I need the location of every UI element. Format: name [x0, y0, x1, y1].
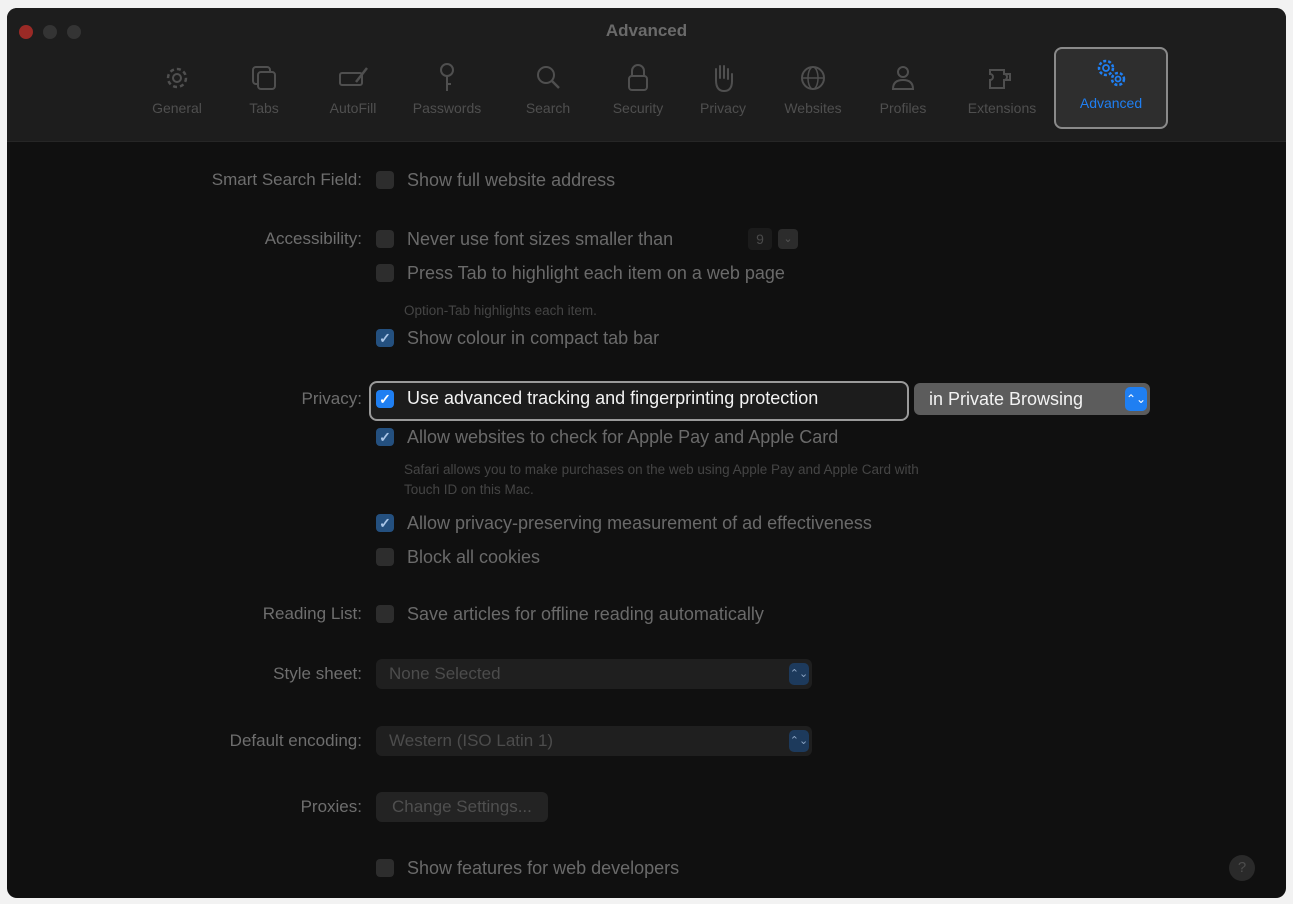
min-font-size-text: Never use font sizes smaller than [407, 228, 674, 249]
tracking-protection-text: Use advanced tracking and fingerprinting… [407, 388, 819, 408]
checkmark-icon: ✓ [379, 515, 391, 531]
lock-icon [628, 64, 648, 91]
hand-icon [715, 65, 733, 93]
min-font-size-value[interactable]: 9 [748, 228, 772, 250]
advanced-settings-panel: Smart Search Field: Show full website ad… [7, 142, 1286, 898]
smart-search-label: Smart Search Field: [211, 170, 362, 189]
tab-label: Security [612, 100, 664, 116]
apple-pay-checkbox[interactable]: ✓ [376, 428, 394, 446]
tab-general[interactable]: General [145, 54, 209, 126]
reading-list-row: Reading List: Save articles for offline … [7, 600, 1286, 628]
tabs-icon [252, 66, 276, 90]
apple-pay-note-line1: Safari allows you to make purchases on t… [404, 462, 919, 477]
min-font-size-checkbox[interactable] [376, 230, 394, 248]
gear-icon [166, 67, 188, 89]
privacy-label: Privacy: [301, 389, 362, 408]
tab-label: Advanced [1079, 95, 1143, 111]
block-cookies-text: Block all cookies [407, 546, 541, 567]
tab-autofill[interactable]: AutoFill [318, 54, 388, 126]
tab-label: Tabs [249, 100, 279, 116]
press-tab-text: Press Tab to highlight each item on a we… [407, 262, 785, 283]
smart-search-row: Smart Search Field: Show full website ad… [7, 166, 1286, 194]
ad-measurement-checkbox[interactable]: ✓ [376, 514, 394, 532]
tracking-scope-value: in Private Browsing [929, 389, 1084, 409]
key-icon [440, 63, 454, 91]
ad-measurement-row: ✓ Allow privacy-preserving measurement o… [7, 509, 1286, 537]
apple-pay-text: Allow websites to check for Apple Pay an… [407, 426, 839, 447]
puzzle-icon [989, 69, 1011, 89]
checkmark-icon: ✓ [379, 429, 391, 445]
tracking-scope-select[interactable]: in Private Browsing ⌃⌄ [914, 383, 1150, 415]
tab-label: Websites [784, 100, 842, 116]
chevron-updown-icon: ⌃⌄ [789, 663, 809, 685]
apple-pay-row: ✓ Allow websites to check for Apple Pay … [7, 423, 1286, 451]
style-sheet-value: None Selected [389, 664, 501, 683]
tab-privacy[interactable]: Privacy [688, 54, 758, 126]
proxies-label: Proxies: [300, 797, 362, 816]
proxies-row: Proxies: [7, 793, 1286, 821]
press-tab-row: Press Tab to highlight each item on a we… [7, 259, 1286, 287]
apple-pay-note-line2: Touch ID on this Mac. [404, 482, 534, 497]
show-full-address-checkbox[interactable] [376, 171, 394, 189]
compact-colour-checkbox[interactable]: ✓ [376, 329, 394, 347]
chevron-updown-icon: ⌃⌄ [1125, 387, 1147, 411]
tab-profiles[interactable]: Profiles [868, 54, 938, 126]
tab-label: General [152, 100, 202, 116]
compact-colour-text: Show colour in compact tab bar [407, 327, 660, 348]
person-icon [891, 66, 915, 90]
tab-passwords[interactable]: Passwords [402, 54, 492, 126]
style-sheet-select[interactable]: None Selected ⌃⌄ [376, 659, 812, 689]
style-sheet-label: Style sheet: [273, 664, 362, 683]
tab-tabs[interactable]: Tabs [238, 54, 290, 126]
tab-extensions[interactable]: Extensions [952, 54, 1052, 126]
help-button[interactable]: ? [1229, 855, 1255, 881]
tab-label: Profiles [879, 100, 927, 116]
pencil-form-icon [339, 67, 368, 86]
settings-window: Advanced General Tabs AutoFill Passwords… [7, 8, 1286, 898]
accessibility-label: Accessibility: [264, 229, 362, 248]
change-settings-button[interactable]: Change Settings... [376, 792, 548, 822]
min-font-size-stepper[interactable]: ⌄ [778, 229, 798, 249]
compact-colour-row: ✓ Show colour in compact tab bar [7, 324, 1286, 352]
tab-label: Search [525, 100, 571, 116]
default-encoding-select[interactable]: Western (ISO Latin 1) ⌃⌄ [376, 726, 812, 756]
default-encoding-value: Western (ISO Latin 1) [389, 731, 554, 750]
tracking-protection-checkbox[interactable]: ✓ [376, 390, 394, 408]
magnifier-icon [537, 66, 560, 89]
checkmark-icon: ✓ [379, 330, 391, 346]
reading-list-label: Reading List: [262, 604, 362, 623]
show-full-address-text: Show full website address [407, 169, 616, 190]
tab-websites[interactable]: Websites [773, 54, 853, 126]
ad-measurement-text: Allow privacy-preserving measurement of … [407, 512, 872, 533]
block-cookies-row: Block all cookies [7, 543, 1286, 571]
developer-features-checkbox[interactable] [376, 859, 394, 877]
offline-reading-text: Save articles for offline reading automa… [407, 603, 764, 624]
font-size-row: Accessibility: Never use font sizes smal… [7, 225, 1286, 253]
tab-label: Extensions [967, 100, 1037, 116]
window-title: Advanced [605, 21, 688, 40]
tab-label: AutoFill [329, 100, 377, 116]
checkmark-icon: ✓ [379, 391, 391, 407]
option-tab-note: Option-Tab highlights each item. [404, 303, 597, 318]
default-encoding-label: Default encoding: [229, 731, 362, 750]
tab-label: Passwords [412, 100, 482, 116]
press-tab-checkbox[interactable] [376, 264, 394, 282]
globe-icon [801, 66, 825, 90]
tab-label: Privacy [700, 100, 746, 116]
tab-security[interactable]: Security [598, 54, 678, 126]
preferences-toolbar: General Tabs AutoFill Passwords Search S… [7, 47, 1286, 132]
gears-icon [1097, 59, 1126, 87]
title-bar: Advanced General Tabs AutoFill Passwords… [7, 8, 1286, 142]
developer-row: Show features for web developers [7, 854, 1286, 882]
tab-advanced[interactable]: Advanced [1054, 47, 1168, 129]
tab-search[interactable]: Search [513, 54, 583, 126]
chevron-updown-icon: ⌃⌄ [789, 730, 809, 752]
block-cookies-checkbox[interactable] [376, 548, 394, 566]
developer-features-text: Show features for web developers [407, 857, 680, 878]
offline-reading-checkbox[interactable] [376, 605, 394, 623]
